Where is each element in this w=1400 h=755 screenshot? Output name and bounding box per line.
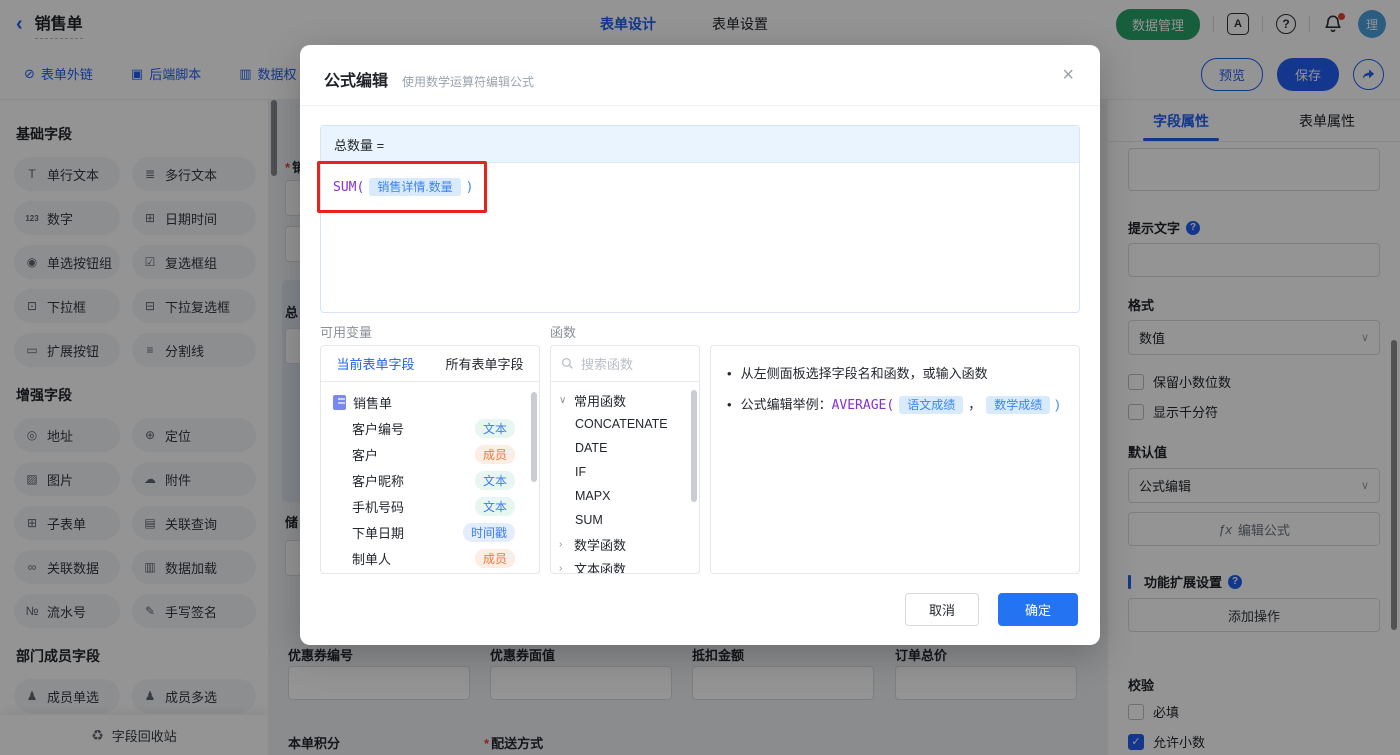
variable-row[interactable]: 手机号码 文本 (321, 493, 539, 519)
close-icon[interactable]: × (1062, 65, 1074, 85)
function-item-if[interactable]: IF (551, 460, 699, 484)
formula-target: 总数量 = (321, 126, 1079, 163)
function-item-date[interactable]: DATE (551, 436, 699, 460)
dialog-title: 公式编辑 (324, 67, 388, 91)
app-window: ‹ 销售单 表单设计 表单设置 数据管理 A ? 理 ⊘ 表单外链 (0, 0, 1400, 755)
chevron-down-icon: ∨ (559, 395, 569, 406)
variable-row[interactable]: 下单日期 时间戳 (321, 519, 539, 545)
field-chip-example: 数学成绩 (986, 396, 1050, 414)
bullet: • (727, 395, 732, 416)
formula-editor[interactable]: 总数量 = SUM( 销售详情.数量) (320, 125, 1080, 313)
field-chip[interactable]: 销售详情.数量 (369, 178, 460, 196)
tab-current-form-fields[interactable]: 当前表单字段 (321, 346, 430, 381)
field-chip-example: 语文成绩 (899, 396, 963, 414)
dialog-subtitle: 使用数学运算符编辑公式 (402, 73, 534, 90)
variables-panel: 当前表单字段 所有表单字段 销售单 客户编号 文本 客户 成员 客户昵称 (320, 345, 540, 574)
form-doc-icon (333, 395, 346, 410)
type-tag: 时间戳 (463, 523, 515, 542)
type-tag: 文本 (475, 419, 515, 438)
formula-help-panel: • 从左侧面板选择字段名和函数，或输入函数 • 公式编辑举例：AVERAGE(语… (710, 345, 1080, 574)
functions-section-label: 函数 (550, 322, 576, 341)
functions-scrollbar[interactable] (691, 390, 697, 502)
variable-row[interactable]: 客户昵称 文本 (321, 467, 539, 493)
function-item-mapx[interactable]: MAPX (551, 484, 699, 508)
variable-row[interactable]: 客户编号 文本 (321, 415, 539, 441)
variables-section-label: 可用变量 (320, 322, 372, 341)
variable-row[interactable]: 客户 成员 (321, 441, 539, 467)
chevron-right-icon: › (559, 563, 569, 574)
search-icon (561, 357, 574, 370)
tab-all-form-fields[interactable]: 所有表单字段 (430, 346, 539, 381)
type-tag: 成员 (475, 549, 515, 568)
divider (300, 105, 1100, 106)
function-group-text[interactable]: › 文本函数 (551, 556, 699, 574)
paren-token: ) (466, 180, 474, 195)
formula-editor-dialog: 公式编辑 使用数学运算符编辑公式 × 总数量 = SUM( 销售详情.数量) 可用… (300, 45, 1100, 645)
cancel-button[interactable]: 取消 (905, 593, 979, 626)
formula-expression: SUM( 销售详情.数量) (321, 163, 1079, 210)
type-tag: 文本 (475, 471, 515, 490)
function-item-sum[interactable]: SUM (551, 508, 699, 532)
bullet: • (727, 364, 732, 385)
function-group-math[interactable]: › 数学函数 (551, 532, 699, 556)
variable-row[interactable]: 制单人 成员 (321, 545, 539, 571)
function-name-token: SUM( (333, 180, 364, 195)
chevron-right-icon: › (559, 539, 569, 550)
functions-panel: 搜索函数 ∨ 常用函数 CONCATENATE DATE IF MAPX SUM… (550, 345, 700, 574)
help-tip-1: 从左侧面板选择字段名和函数，或输入函数 (741, 364, 988, 385)
function-search-input[interactable]: 搜索函数 (551, 346, 699, 382)
search-placeholder: 搜索函数 (581, 354, 633, 373)
help-tip-2: 公式编辑举例：AVERAGE(语文成绩，数学成绩) (741, 395, 1060, 417)
type-tag: 文本 (475, 497, 515, 516)
variables-scrollbar[interactable] (531, 392, 537, 482)
confirm-button[interactable]: 确定 (998, 593, 1078, 626)
function-group-common[interactable]: ∨ 常用函数 (551, 388, 699, 412)
function-item-concatenate[interactable]: CONCATENATE (551, 412, 699, 436)
function-name-token: AVERAGE( (832, 398, 895, 413)
variable-root-row[interactable]: 销售单 (321, 389, 539, 415)
type-tag: 成员 (475, 445, 515, 464)
